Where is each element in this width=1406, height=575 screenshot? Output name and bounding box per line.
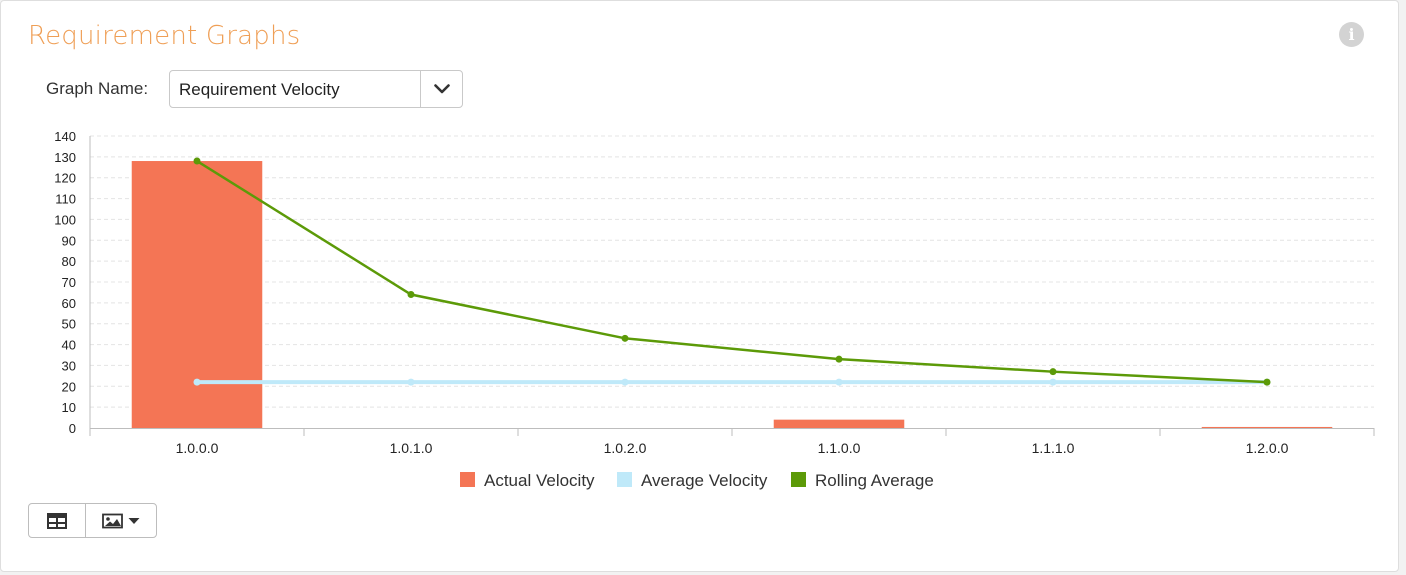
x-tick-label: 1.2.0.0 [1246,440,1289,456]
y-tick-label: 60 [62,296,76,311]
series-point [835,355,843,363]
series-point [621,334,629,342]
series-point [407,378,415,386]
y-tick-label: 80 [62,254,76,269]
x-tick-label: 1.0.0.0 [176,440,219,456]
y-tick-label: 100 [54,212,76,227]
caret-down-icon [128,517,140,524]
series-point [621,378,629,386]
table-view-button[interactable] [29,504,86,537]
legend-swatch [617,472,632,487]
y-tick-label: 0 [69,421,76,436]
series-point [1263,378,1271,386]
y-tick-label: 90 [62,233,76,248]
image-icon [102,513,123,528]
x-tick-label: 1.0.2.0 [604,440,647,456]
bar [773,419,905,428]
y-tick-label: 120 [54,171,76,186]
chart-toolbar [28,503,157,538]
requirement-graphs-panel: Requirement Graphs i Graph Name: Require… [0,0,1399,572]
legend-swatch [460,472,475,487]
series-point [193,378,201,386]
series-point [1049,368,1057,376]
bar [131,161,263,428]
legend-label: Rolling Average [815,471,934,490]
y-tick-label: 140 [54,129,76,144]
series-point [193,157,201,165]
legend-swatch [791,472,806,487]
y-tick-label: 30 [62,358,76,373]
x-tick-label: 1.1.0.0 [818,440,861,456]
y-tick-label: 130 [54,150,76,165]
y-tick-label: 10 [62,400,76,415]
table-icon [47,512,67,529]
series-point [1049,378,1057,386]
bar [1201,426,1333,428]
y-tick-label: 50 [62,317,76,332]
y-tick-label: 70 [62,275,76,290]
legend-label: Average Velocity [641,471,768,490]
y-tick-label: 110 [55,192,76,207]
series-point [835,378,843,386]
y-tick-label: 20 [62,379,76,394]
x-tick-label: 1.1.1.0 [1032,440,1075,456]
export-image-button[interactable] [86,504,156,537]
legend-label: Actual Velocity [484,471,595,490]
x-tick-label: 1.0.1.0 [390,440,433,456]
series-point [407,291,415,299]
y-tick-label: 40 [62,338,76,353]
series-line [196,159,1268,384]
velocity-chart: 0 10 20 30 40 50 60 70 80 90 100 110 120 130 140 1.0.0.… [54,129,1375,490]
